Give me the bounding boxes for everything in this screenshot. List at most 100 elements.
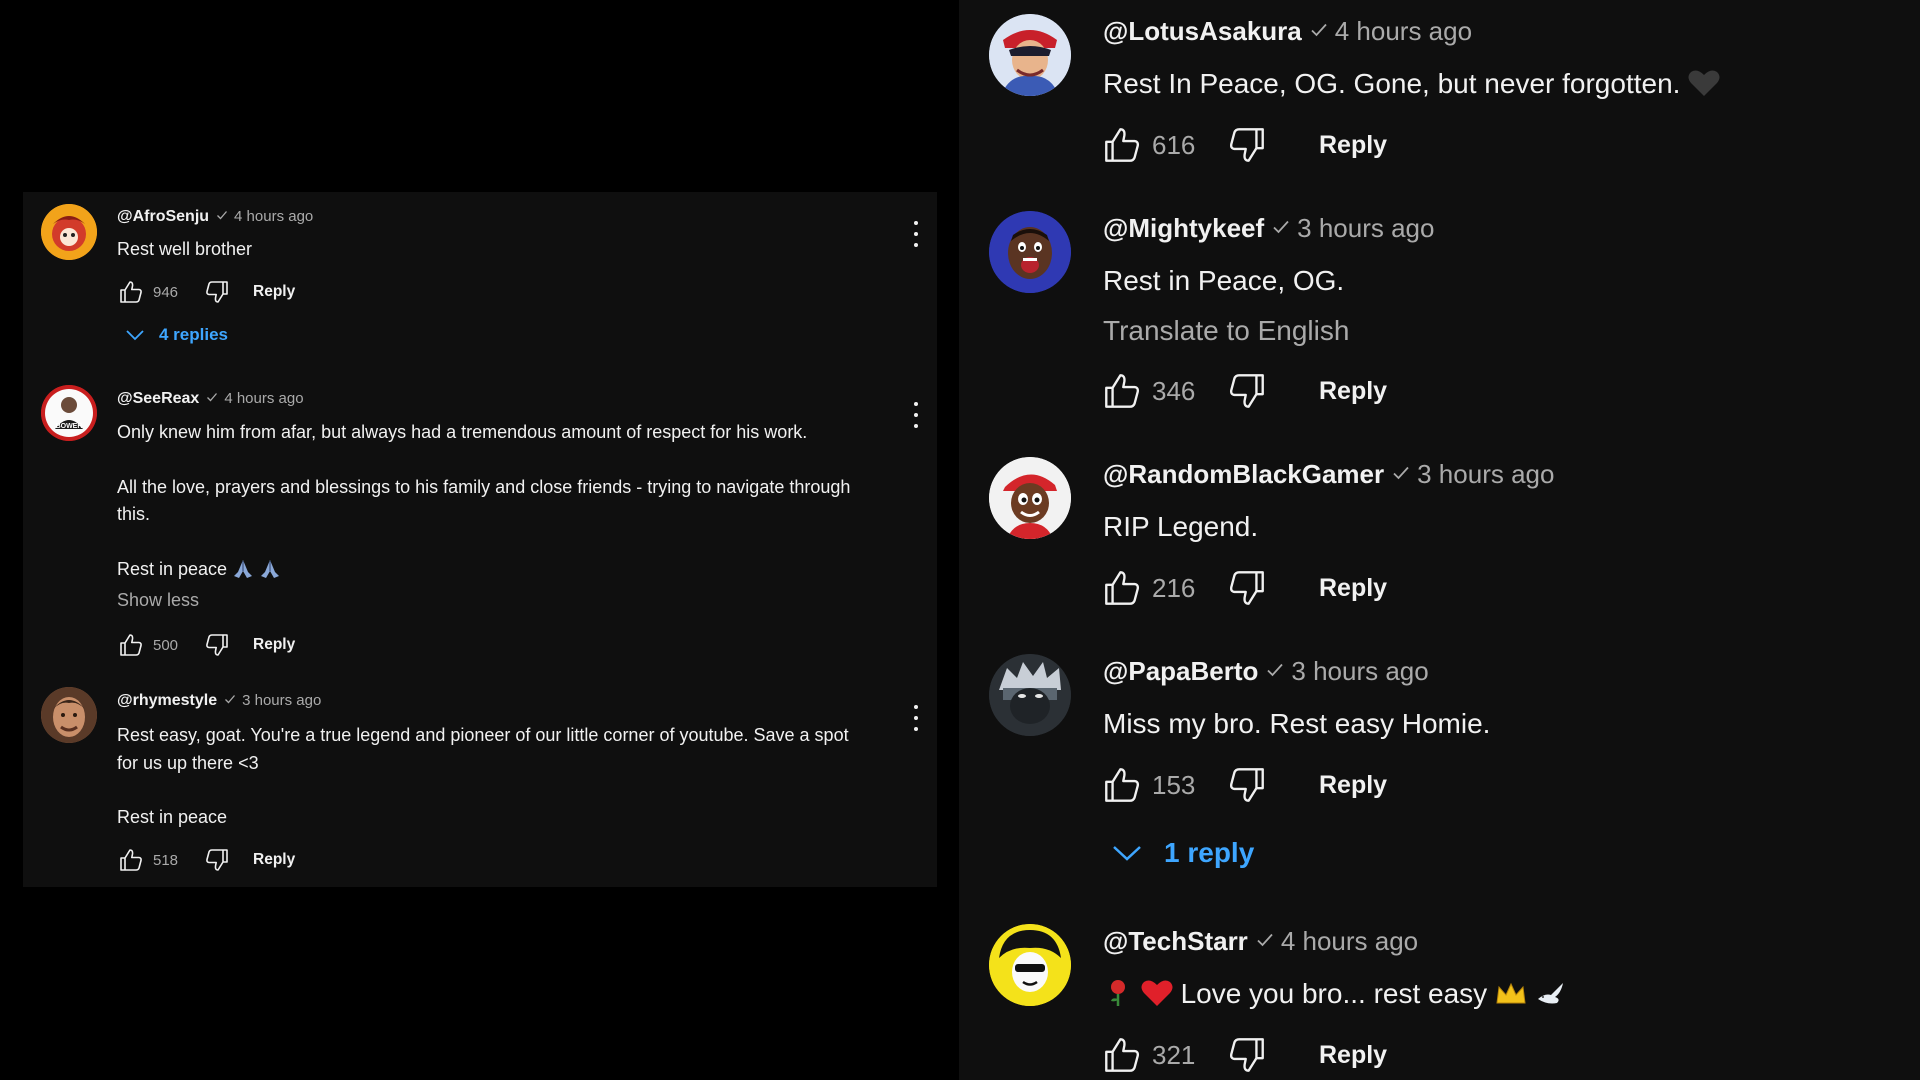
reply-button[interactable]: Reply <box>1319 377 1387 406</box>
like-count: 616 <box>1152 129 1196 160</box>
avatar[interactable] <box>989 211 1071 293</box>
verified-check-icon <box>224 693 236 705</box>
comment-author[interactable]: @LotusAsakura <box>1103 16 1302 47</box>
comment-author[interactable]: @RandomBlackGamer <box>1103 459 1384 490</box>
comment-line: Rest In Peace, OG. Gone, but never forgo… <box>1103 59 1893 113</box>
verified-check-icon <box>1391 463 1411 483</box>
reply-button[interactable]: Reply <box>253 851 295 869</box>
comment-header: @PapaBerto 3 hours ago <box>1103 656 1429 687</box>
comment-time[interactable]: 3 hours ago <box>1417 459 1554 490</box>
like-button[interactable] <box>1100 369 1144 413</box>
comment-paragraph: Rest in peace <box>117 556 877 588</box>
comment-text: Only knew him from afar, but always had … <box>117 419 877 615</box>
comment-paragraph: Only knew him from afar, but always had … <box>117 422 808 442</box>
comment-time[interactable]: 4 hours ago <box>1281 926 1418 957</box>
comment-paragraph: Rest easy, goat. You're a true legend an… <box>117 725 849 773</box>
comment-header: @rhymestyle 3 hours ago <box>117 692 321 710</box>
comment-time[interactable]: 3 hours ago <box>1291 656 1428 687</box>
comment-actions: 616 Reply <box>1100 123 1387 167</box>
dislike-button[interactable] <box>1225 1033 1269 1077</box>
comment-header: @Mightykeef 3 hours ago <box>1103 213 1434 244</box>
like-button[interactable] <box>117 846 145 874</box>
reply-button[interactable]: Reply <box>253 636 295 654</box>
crown-icon <box>1495 973 1527 1023</box>
comment-author[interactable]: @AfroSenju <box>117 208 209 226</box>
verified-check-icon <box>1265 660 1285 680</box>
like-count: 216 <box>1152 572 1196 603</box>
comment-time[interactable]: 4 hours ago <box>224 390 303 407</box>
view-replies-button[interactable]: 1 reply <box>1112 837 1254 869</box>
comment-time[interactable]: 4 hours ago <box>1335 16 1472 47</box>
dislike-button[interactable] <box>203 278 231 306</box>
comment-author[interactable]: @TechStarr <box>1103 926 1248 957</box>
reply-button[interactable]: Reply <box>1319 771 1387 800</box>
like-button[interactable] <box>117 278 145 306</box>
comment-menu-button[interactable] <box>912 705 920 731</box>
comment-author[interactable]: @SeeReax <box>117 390 199 408</box>
like-button[interactable] <box>1100 566 1144 610</box>
dislike-button[interactable] <box>203 631 231 659</box>
dislike-button[interactable] <box>1225 369 1269 413</box>
thumbs-up-icon <box>1105 128 1140 162</box>
thumbs-down-icon <box>206 281 228 303</box>
comment-header: @TechStarr 4 hours ago <box>1103 926 1418 957</box>
comment-time[interactable]: 3 hours ago <box>1297 213 1434 244</box>
avatar[interactable] <box>989 14 1071 96</box>
dislike-button[interactable] <box>1225 123 1269 167</box>
thumbs-up-icon <box>120 281 142 303</box>
avatar[interactable] <box>41 204 97 260</box>
like-count: 346 <box>1152 375 1196 406</box>
comment-line: Love you bro... rest easy <box>1103 969 1893 1023</box>
comment-actions: 216 Reply <box>1100 566 1387 610</box>
comment-header: @AfroSenju 4 hours ago <box>117 208 313 226</box>
reply-button[interactable]: Reply <box>1319 1041 1387 1070</box>
comment-line: RIP Legend. <box>1103 511 1259 542</box>
reply-button[interactable]: Reply <box>1319 574 1387 603</box>
comment-author[interactable]: @rhymestyle <box>117 692 217 710</box>
comment-actions: 321 Reply <box>1100 1033 1387 1077</box>
comment-actions: 153 Reply <box>1100 763 1387 807</box>
comment-text: Miss my bro. Rest easy Homie. <box>1103 699 1893 749</box>
comment-header: @SeeReax 4 hours ago <box>117 390 304 408</box>
thumbs-down-icon <box>206 849 228 871</box>
like-button[interactable] <box>1100 123 1144 167</box>
comment-actions: 346 Reply <box>1100 369 1387 413</box>
avatar[interactable] <box>989 924 1071 1006</box>
comment-actions: 946 Reply <box>117 278 295 306</box>
dislike-button[interactable] <box>1225 763 1269 807</box>
like-button[interactable] <box>117 631 145 659</box>
replies-label: 4 replies <box>159 325 228 344</box>
reply-button[interactable]: Reply <box>253 283 295 301</box>
like-button[interactable] <box>1100 763 1144 807</box>
comment-menu-button[interactable] <box>912 221 920 247</box>
view-replies-button[interactable]: 4 replies <box>125 325 228 345</box>
comment-menu-button[interactable] <box>912 402 920 428</box>
thumbs-up-icon <box>1105 374 1140 408</box>
show-less-button[interactable]: Show less <box>117 587 877 615</box>
thumbs-down-icon <box>1229 128 1264 162</box>
dislike-button[interactable] <box>1225 566 1269 610</box>
avatar[interactable] <box>989 457 1071 539</box>
comment-header: @RandomBlackGamer 3 hours ago <box>1103 459 1554 490</box>
avatar-logo-text: BOWER <box>56 423 83 430</box>
avatar[interactable]: BOWER <box>41 385 97 441</box>
reply-button[interactable]: Reply <box>1319 131 1387 160</box>
comment-text: Love you bro... rest easy <box>1103 969 1893 1023</box>
verified-check-icon <box>216 209 228 221</box>
like-count: 500 <box>153 636 179 654</box>
translate-button[interactable]: Translate to English <box>1103 306 1893 356</box>
thumbs-down-icon <box>1229 768 1264 802</box>
like-button[interactable] <box>1100 1033 1144 1077</box>
thumbs-down-icon <box>1229 571 1264 605</box>
comment-author[interactable]: @PapaBerto <box>1103 656 1258 687</box>
thumbs-up-icon <box>120 634 142 656</box>
comment-author[interactable]: @Mightykeef <box>1103 213 1264 244</box>
avatar[interactable] <box>989 654 1071 736</box>
dislike-button[interactable] <box>203 846 231 874</box>
verified-check-icon <box>1255 930 1275 950</box>
comment-time[interactable]: 4 hours ago <box>234 208 313 225</box>
avatar[interactable] <box>41 687 97 743</box>
comment-line: Rest well brother <box>117 239 253 259</box>
comment-time[interactable]: 3 hours ago <box>242 692 321 709</box>
replies-label: 1 reply <box>1164 837 1255 868</box>
